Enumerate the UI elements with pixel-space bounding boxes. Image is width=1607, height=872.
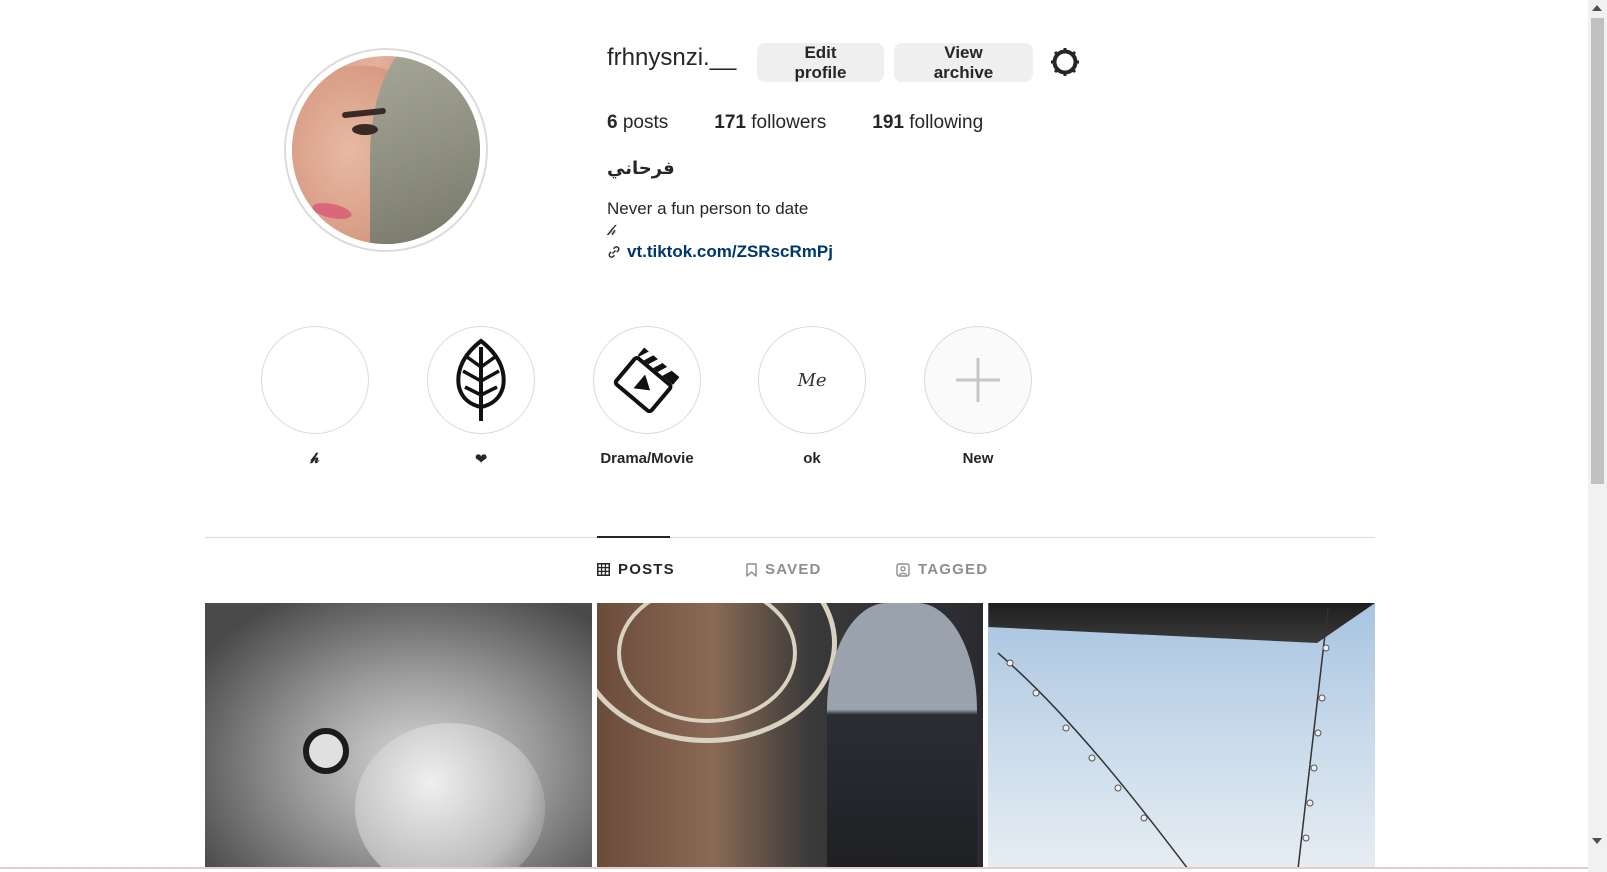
profile-avatar[interactable] <box>284 48 488 252</box>
posts-grid <box>205 603 1376 869</box>
highlight-item[interactable]: Drama/Movie <box>593 326 701 467</box>
active-tab-indicator <box>597 536 670 538</box>
tab-tagged[interactable]: TAGGED <box>896 561 988 578</box>
highlight-item[interactable]: 𝒽 <box>261 326 369 467</box>
highlight-label: New <box>962 450 994 467</box>
avatar-photo <box>292 56 480 244</box>
posts-stat: 6 posts <box>607 112 669 133</box>
string-lights-graphic <box>997 607 1330 869</box>
scroll-thumb[interactable] <box>1591 18 1604 484</box>
tab-saved[interactable]: SAVED <box>746 561 822 578</box>
highlight-item[interactable]: Me ok <box>758 326 866 467</box>
profile-username: frhnysnzi.__ <box>607 44 737 71</box>
highlight-label: ❤ <box>474 451 488 468</box>
scroll-up-arrow-icon[interactable] <box>1592 5 1602 11</box>
followers-stat[interactable]: 171 followers <box>714 112 826 134</box>
window-bottom-edge <box>0 867 1588 869</box>
profile-bio-signature: 𝒽 <box>607 221 616 239</box>
gear-icon[interactable] <box>1050 47 1080 77</box>
edit-profile-button[interactable]: Edit profile <box>757 43 884 82</box>
bookmark-icon <box>746 562 757 577</box>
highlight-label: Drama/Movie <box>600 450 694 467</box>
profile-full-name: فرحاني <box>607 158 675 178</box>
profile-link[interactable]: vt.tiktok.com/ZSRscRmPj <box>607 242 833 262</box>
post-thumbnail[interactable] <box>205 603 592 869</box>
grid-icon <box>597 563 610 576</box>
profile-bio: Never a fun person to date <box>607 199 809 218</box>
profile-stats: 6 posts 171 followers 191 following <box>607 112 1029 134</box>
view-archive-button[interactable]: View archive <box>894 43 1033 82</box>
post-thumbnail[interactable] <box>596 603 984 869</box>
post-thumbnail[interactable] <box>988 603 1376 869</box>
clapperboard-icon <box>613 347 680 414</box>
profile-link-text[interactable]: vt.tiktok.com/ZSRscRmPj <box>627 242 833 262</box>
link-icon <box>608 246 620 258</box>
highlight-cover-blank[interactable] <box>261 326 369 434</box>
highlight-cover-text: Me <box>797 369 827 391</box>
tab-posts[interactable]: POSTS <box>597 561 675 578</box>
following-stat[interactable]: 191 following <box>872 112 983 134</box>
new-highlight[interactable]: New <box>924 326 1032 467</box>
highlight-item[interactable]: ❤ <box>427 326 535 468</box>
plus-icon <box>956 358 1000 402</box>
tag-person-icon <box>896 562 910 577</box>
highlight-label: 𝒽 <box>310 450 320 467</box>
tabs-divider <box>205 537 1375 538</box>
highlight-label: ok <box>803 450 821 467</box>
page-scrollbar[interactable] <box>1588 0 1607 872</box>
scroll-down-arrow-icon[interactable] <box>1592 838 1602 844</box>
leaf-icon <box>456 338 506 421</box>
